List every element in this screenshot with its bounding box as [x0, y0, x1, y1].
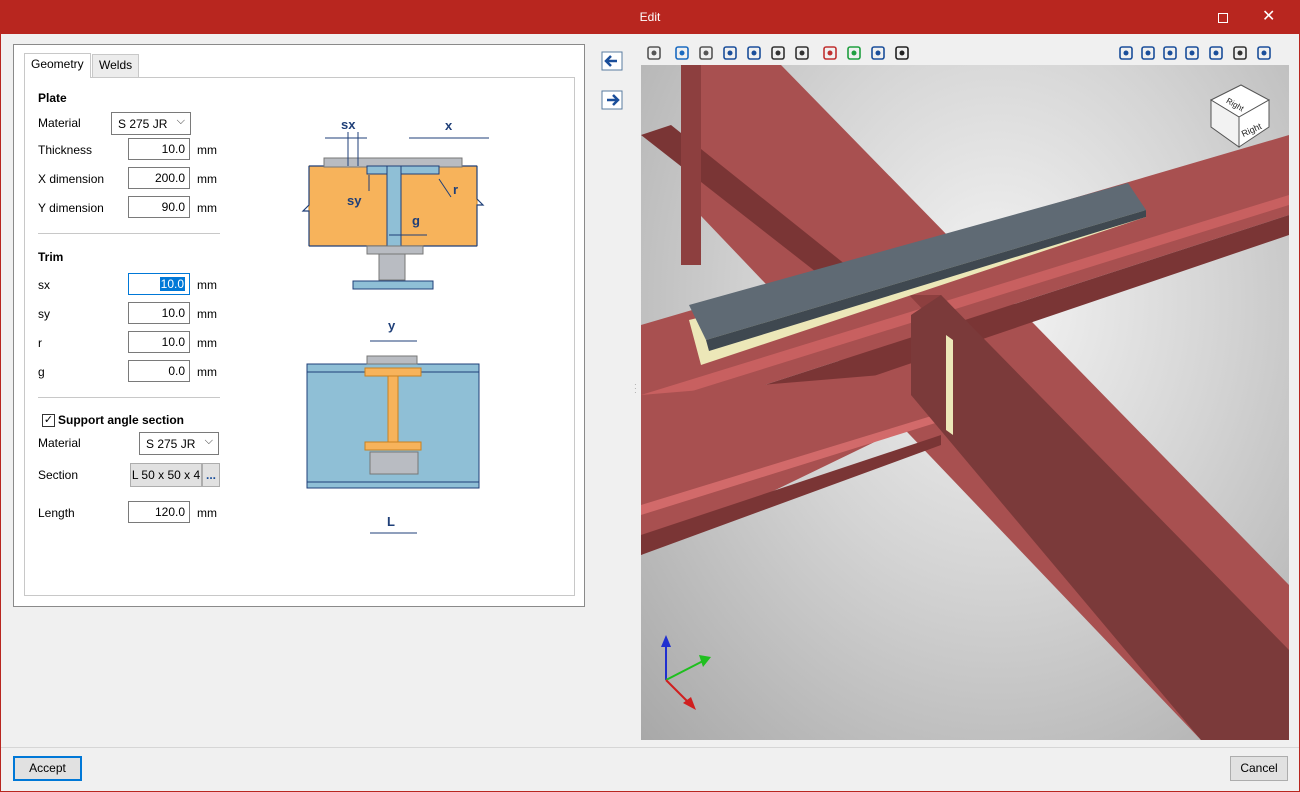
trim-section-title: Trim	[38, 250, 64, 264]
xdim-unit: mm	[197, 172, 217, 186]
section-browse-button[interactable]: ...	[202, 463, 220, 487]
sy-input[interactable]: 10.0	[128, 302, 190, 324]
export-arrow-button[interactable]	[599, 88, 625, 112]
section-green-icon[interactable]	[845, 44, 863, 62]
nav-cube[interactable]: Right Right	[1209, 84, 1271, 148]
diagram-svg: sx x sy r g y L	[301, 117, 489, 534]
cube-view-icon[interactable]	[745, 44, 763, 62]
support-material-select[interactable]: S 275 JR ⌵	[139, 432, 219, 455]
edit-window: Edit ✕ Geometry Welds Plate Material S 2…	[0, 0, 1300, 792]
divider	[38, 233, 220, 234]
arrow-right-icon	[601, 90, 623, 110]
accept-button[interactable]: Accept	[13, 756, 82, 781]
zoom-extents-icon[interactable]	[1207, 44, 1225, 62]
support-material-value: S 275 JR	[146, 437, 196, 451]
rotate-icon[interactable]	[1183, 44, 1201, 62]
thickness-label: Thickness	[38, 143, 93, 157]
chevron-down-icon: ⌵	[176, 115, 185, 127]
dim-r-label: r	[453, 182, 458, 197]
support-material-label: Material	[38, 436, 81, 450]
ydim-unit: mm	[197, 201, 217, 215]
zoom-out-icon[interactable]	[1161, 44, 1179, 62]
window-title: Edit	[639, 10, 661, 24]
chevron-down-icon: ⌵	[204, 435, 213, 447]
properties-panel: Geometry Welds Plate Material S 275 JR ⌵ …	[13, 44, 585, 607]
eye-rotate-icon[interactable]	[769, 44, 787, 62]
dim-sy-label: sy	[347, 193, 362, 208]
title-bar: Edit ✕	[1, 1, 1299, 34]
g-unit: mm	[197, 365, 217, 379]
sx-input-value: 10.0	[159, 277, 185, 291]
visibility-icon[interactable]	[893, 44, 911, 62]
section-label: Section	[38, 468, 79, 482]
plate-material-value: S 275 JR	[118, 117, 168, 131]
pan-icon[interactable]	[1231, 44, 1249, 62]
divider	[38, 397, 220, 398]
support-angle-checkbox[interactable]: ✓	[42, 414, 55, 427]
import-arrow-button[interactable]	[599, 49, 625, 73]
sy-unit: mm	[197, 307, 217, 321]
side-view-diagram: y L	[306, 318, 480, 534]
dim-g-label: g	[412, 213, 420, 228]
info-icon[interactable]	[673, 44, 691, 62]
grid-icon[interactable]	[869, 44, 887, 62]
length-unit: mm	[197, 506, 217, 520]
plate-material-select[interactable]: S 275 JR ⌵	[111, 112, 191, 135]
axes-indicator-icon	[661, 635, 711, 710]
tab-geometry[interactable]: Geometry	[24, 53, 91, 78]
box-view-icon[interactable]	[721, 44, 739, 62]
tab-content-geometry: Plate Material S 275 JR ⌵ Thickness 10.0 …	[24, 77, 575, 596]
sx-input[interactable]: 10.0	[128, 273, 190, 295]
3d-viewport[interactable]: Right Right	[641, 65, 1289, 740]
support-angle-title: Support angle section	[58, 413, 185, 427]
xdim-input[interactable]: 200.0	[128, 167, 190, 189]
geometry-diagram: sx x sy r g y L	[229, 87, 565, 587]
length-input[interactable]: 120.0	[128, 501, 190, 523]
3d-scene: Right Right	[641, 65, 1289, 740]
arrow-left-icon	[601, 51, 623, 71]
maximize-button[interactable]	[1200, 1, 1246, 34]
layers-icon[interactable]	[645, 44, 663, 62]
maximize-icon	[1218, 13, 1228, 23]
plate-section-title: Plate	[38, 91, 67, 105]
sx-label: sx	[38, 278, 50, 292]
dialog-footer: Accept Cancel	[1, 747, 1299, 791]
orbit-icon[interactable]	[793, 44, 811, 62]
ydim-label: Y dimension	[38, 201, 104, 215]
dim-y-label: y	[388, 318, 396, 333]
fit-icon[interactable]	[1255, 44, 1273, 62]
thickness-input[interactable]: 10.0	[128, 138, 190, 160]
section-red-icon[interactable]	[821, 44, 839, 62]
xdim-label: X dimension	[38, 172, 105, 186]
top-view-diagram: sx x sy r g	[301, 117, 489, 290]
r-label: r	[38, 336, 42, 350]
tab-welds[interactable]: Welds	[92, 54, 140, 77]
section-button[interactable]: L 50 x 50 x 4	[130, 463, 202, 487]
zoom-in-icon[interactable]	[1139, 44, 1157, 62]
r-unit: mm	[197, 336, 217, 350]
cancel-button[interactable]: Cancel	[1230, 756, 1288, 781]
sy-label: sy	[38, 307, 50, 321]
splitter-handle[interactable]: · · ·	[634, 381, 638, 397]
close-button[interactable]: ✕	[1246, 1, 1292, 34]
zoom-window-icon[interactable]	[1117, 44, 1135, 62]
g-input[interactable]: 0.0	[128, 360, 190, 382]
column-flange	[366, 165, 440, 175]
dim-L-label: L	[387, 514, 395, 529]
checkmark-icon: ✓	[43, 414, 54, 426]
length-label: Length	[38, 506, 75, 520]
r-input[interactable]: 10.0	[128, 331, 190, 353]
dim-sx-label: sx	[341, 117, 356, 132]
axes-icon[interactable]	[697, 44, 715, 62]
ydim-input[interactable]: 90.0	[128, 196, 190, 218]
sx-unit: mm	[197, 278, 217, 292]
thickness-unit: mm	[197, 143, 217, 157]
plate-material-label: Material	[38, 116, 81, 130]
g-label: g	[38, 365, 45, 379]
dim-x-label: x	[445, 118, 453, 133]
close-icon: ✕	[1262, 8, 1276, 25]
viewer-toolbar	[641, 41, 1289, 65]
